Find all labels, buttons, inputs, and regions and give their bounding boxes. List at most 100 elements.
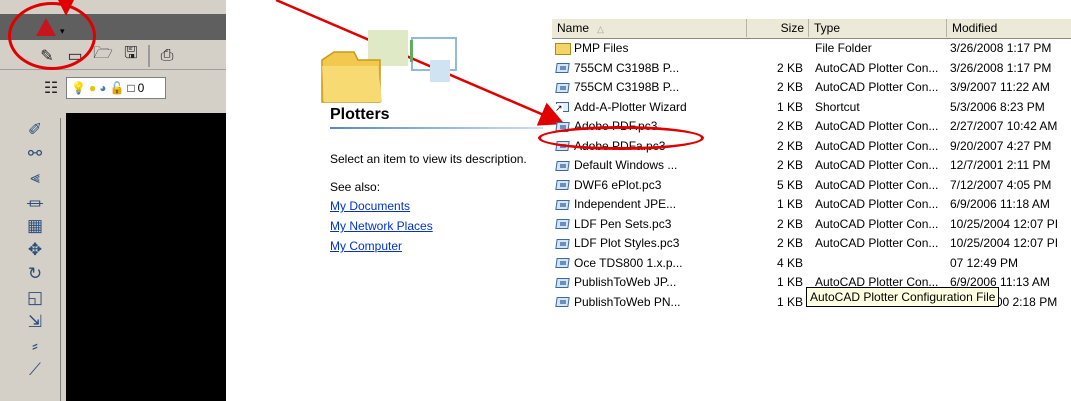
file-type: AutoCAD Plotter Con... [815, 216, 939, 231]
qnew-icon[interactable]: ✎ [36, 45, 58, 67]
file-name: Independent JPE... [574, 197, 677, 211]
file-row[interactable]: PMP Files File Folder 3/26/2008 1:17 PM [552, 39, 1071, 59]
file-name: 755CM C3198B P... [574, 80, 680, 94]
file-type: AutoCAD Plotter Con... [815, 177, 939, 192]
move-icon[interactable]: ✥ [24, 238, 46, 262]
file-name: PMP Files [574, 41, 629, 55]
link-my-network-places[interactable]: My Network Places [330, 219, 433, 233]
column-header-size[interactable]: Size [747, 19, 809, 37]
plotters-folder-icon [321, 30, 457, 103]
file-name-cell[interactable]: 755CM C3198B P... [555, 78, 703, 97]
file-list-view: Name △ Size Type Modified PMP Files File F… [552, 19, 1071, 401]
file-name-cell[interactable]: PublishToWeb JP... [555, 273, 703, 292]
trim-icon[interactable]: ⸗ [24, 334, 46, 358]
file-row[interactable]: LDF Plot Styles.pc3 2 KB AutoCAD Plotter C… [552, 234, 1071, 254]
file-name-cell[interactable]: PMP Files [555, 39, 703, 58]
offset-icon[interactable]: ⏛ [24, 190, 46, 214]
autocad-logo-icon [36, 18, 56, 36]
file-row[interactable]: Independent JPE... 1 KB AutoCAD Plotter Co… [552, 195, 1071, 215]
file-size: 2 KB [776, 236, 803, 250]
new-file-icon[interactable]: ▭ [64, 45, 86, 67]
freeze-vp-icon: ◕ [99, 81, 107, 95]
file-name-cell[interactable]: 755CM C3198B P... [555, 59, 703, 78]
stretch-icon[interactable]: ⇲ [24, 310, 46, 334]
file-row[interactable]: 755CM C3198B P... 2 KB AutoCAD Plotter Con… [552, 59, 1071, 79]
column-header-type[interactable]: Type [809, 19, 947, 37]
file-modified: 12/7/2001 2:11 PM [950, 158, 1051, 172]
file-name: Add-A-Plotter Wizard [574, 99, 687, 114]
file-type: File Folder [815, 41, 872, 55]
pane-description: Select an item to view its description. [330, 152, 527, 166]
save-icon[interactable]: 🖫 [120, 45, 142, 67]
plot-icon[interactable]: ⎙ [156, 45, 178, 67]
drawing-canvas[interactable] [66, 113, 226, 401]
file-name-cell[interactable]: LDF Pen Sets.pc3 [555, 215, 703, 234]
file-row[interactable]: Add-A-Plotter Wizard 1 KB Shortcut 5/3/2006… [552, 98, 1071, 118]
column-header-name-label: Name [557, 21, 590, 35]
toolbar-separator [148, 44, 150, 67]
rotate-icon[interactable]: ↻ [24, 262, 46, 286]
see-also-label: See also: [330, 180, 381, 194]
lock-icon: 🔓 [109, 81, 125, 95]
file-name: Default Windows ... [574, 158, 678, 172]
file-modified: 07 12:49 PM [950, 255, 1019, 270]
extend-icon[interactable]: ⟋ [24, 358, 46, 382]
file-name-cell[interactable]: Adobe PDF.pc3 [555, 117, 703, 136]
file-row[interactable]: LDF Pen Sets.pc3 2 KB AutoCAD Plotter Con.… [552, 215, 1071, 235]
file-row[interactable]: Adobe PDFa.pc3 2 KB AutoCAD Plotter Con...… [552, 137, 1071, 157]
file-size: 2 KB [776, 138, 803, 153]
file-name-cell[interactable]: Add-A-Plotter Wizard [555, 98, 703, 117]
layer-name: 0 [137, 81, 145, 95]
file-name-cell[interactable]: Adobe PDFa.pc3 [555, 137, 703, 156]
plotter-config-icon [555, 237, 571, 251]
layer-properties-icon[interactable]: ☷ [40, 77, 62, 99]
file-modified: 5/3/2006 8:23 PM [950, 99, 1045, 114]
file-name-cell[interactable]: Default Windows ... [555, 156, 703, 175]
plotter-config-icon [555, 217, 571, 231]
file-size: 2 KB [776, 158, 803, 172]
file-name-cell[interactable]: Oce TDS800 1.x.p... [555, 254, 703, 273]
plotter-config-icon [555, 198, 571, 212]
plotter-config-icon [555, 81, 571, 95]
file-name: 755CM C3198B P... [574, 60, 680, 75]
file-type: AutoCAD Plotter Con... [815, 138, 939, 153]
mirror-icon[interactable]: ⫷ [24, 166, 46, 190]
file-name: Oce TDS800 1.x.p... [574, 255, 683, 270]
file-size: 5 KB [776, 177, 803, 192]
file-row[interactable]: DWF6 ePlot.pc3 5 KB AutoCAD Plotter Con...… [552, 176, 1071, 196]
file-name-cell[interactable]: LDF Plot Styles.pc3 [555, 234, 703, 253]
file-size: 1 KB [776, 275, 803, 289]
app-menu-dropdown-arrow[interactable]: ▾ [60, 26, 65, 37]
file-name: Adobe PDFa.pc3 [574, 138, 666, 153]
explorer-task-pane: Plotters Select an item to view its desc… [320, 30, 545, 401]
layer-dropdown[interactable]: 💡 ● ◕ 🔓 □ 0 [66, 77, 166, 99]
file-row[interactable]: Oce TDS800 1.x.p... 4 KB 07 12:49 PM [552, 254, 1071, 274]
column-header-modified[interactable]: Modified [947, 19, 1071, 37]
file-name-cell[interactable]: DWF6 ePlot.pc3 [555, 176, 703, 195]
file-modified: 10/25/2004 12:07 PI [950, 236, 1059, 250]
array-icon[interactable]: ▦ [24, 214, 46, 238]
plotter-config-icon [555, 295, 571, 309]
open-folder-icon[interactable]: 🗁 [92, 45, 114, 67]
plotter-config-icon [555, 159, 571, 173]
plotter-config-icon [555, 178, 571, 192]
file-type [815, 254, 951, 273]
file-size: 1 KB [776, 294, 803, 309]
copy-icon[interactable]: ⚯ [24, 142, 46, 166]
file-row[interactable]: 755CM C3198B P... 2 KB AutoCAD Plotter Con… [552, 78, 1071, 98]
scale-icon[interactable]: ◱ [24, 286, 46, 310]
column-header-name[interactable]: Name △ [552, 19, 747, 37]
file-name-cell[interactable]: PublishToWeb PN... [555, 293, 703, 312]
link-my-computer[interactable]: My Computer [330, 239, 402, 253]
link-my-documents[interactable]: My Documents [330, 199, 410, 213]
file-modified: 3/26/2008 1:17 PM [950, 60, 1052, 75]
file-size: 1 KB [776, 99, 803, 114]
color-swatch-icon: □ [127, 81, 135, 95]
file-name-cell[interactable]: Independent JPE... [555, 195, 703, 214]
application-menu-button[interactable]: ▾ [30, 16, 74, 38]
file-modified: 2/27/2007 10:42 AM [950, 119, 1058, 133]
file-size: 2 KB [776, 80, 803, 94]
erase-icon[interactable]: ✐ [24, 118, 46, 142]
file-row[interactable]: Adobe PDF.pc3 2 KB AutoCAD Plotter Con... 2… [552, 117, 1071, 137]
file-row[interactable]: Default Windows ... 2 KB AutoCAD Plotter C… [552, 156, 1071, 176]
